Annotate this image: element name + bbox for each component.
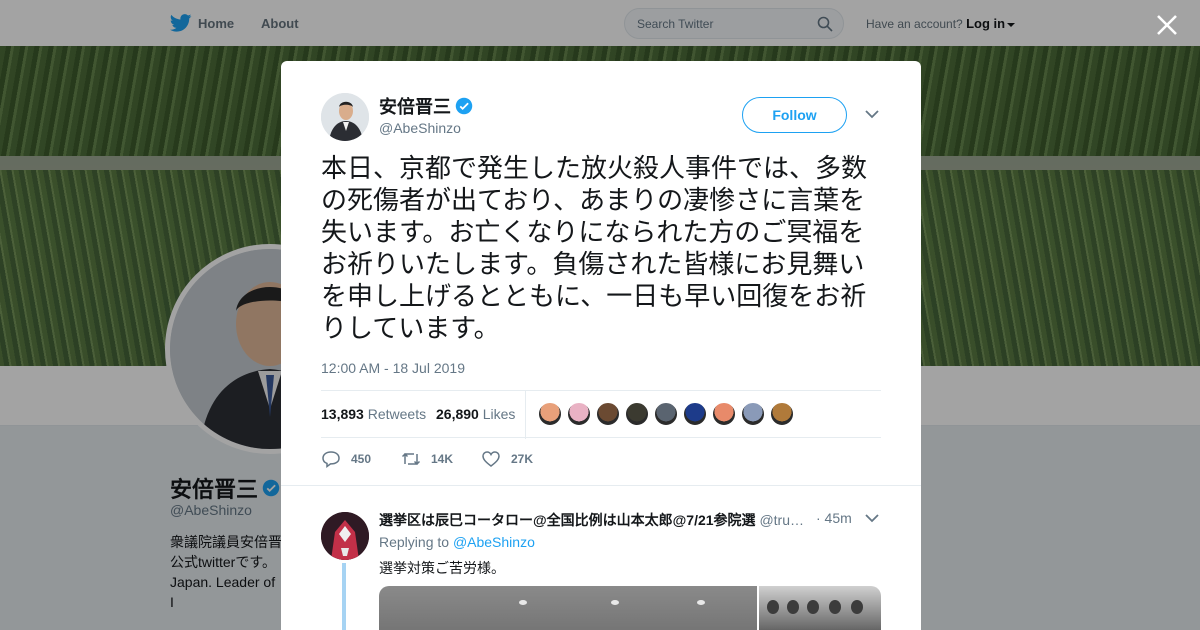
author-name[interactable]: 安倍晋三 (379, 93, 473, 119)
liker-avatar[interactable] (741, 402, 765, 426)
chevron-down-icon[interactable] (865, 513, 879, 523)
retweets-count: 13,893 (321, 406, 364, 422)
reply-text: 選挙対策ご苦労様。 (379, 560, 505, 576)
likes-count: 26,890 (436, 406, 479, 422)
liker-avatar[interactable] (596, 402, 620, 426)
liker-avatar[interactable] (538, 402, 562, 426)
verified-badge-icon (455, 97, 473, 115)
reply-header[interactable]: 選挙区は辰巳コータロー@全国比例は山本太郎@7/21参院選 @tru… (379, 510, 859, 530)
author-name-text: 安倍晋三 (379, 97, 451, 117)
replying-to: Replying to @AbeShinzo (379, 534, 535, 550)
character-avatar-icon (321, 512, 369, 560)
tweet-stats: 13,893 Retweets 26,890 Likes (321, 390, 881, 439)
heart-icon (482, 451, 500, 467)
stats-divider (525, 391, 526, 439)
reply-author-name: 選挙区は辰巳コータロー@全国比例は山本太郎@7/21参院選 (379, 512, 756, 528)
liker-avatar[interactable] (625, 402, 649, 426)
liker-avatar[interactable] (683, 402, 707, 426)
replying-handle-link[interactable]: @AbeShinzo (453, 534, 535, 550)
chevron-down-icon[interactable] (865, 109, 879, 119)
retweet-count: 14K (431, 452, 454, 466)
liker-avatar[interactable] (770, 402, 794, 426)
reply-author-handle: @tru… (759, 512, 805, 528)
liker-avatars (538, 402, 799, 426)
like-button[interactable]: 27K (481, 449, 533, 469)
author-avatar[interactable] (321, 93, 369, 141)
follow-button[interactable]: Follow (742, 97, 847, 133)
thread-line (342, 563, 346, 630)
reply-time[interactable]: · 45m (816, 510, 852, 526)
retweet-icon (401, 452, 421, 466)
reply-media[interactable] (379, 586, 881, 630)
retweets-stat[interactable]: 13,893 Retweets (321, 406, 426, 422)
liker-avatar[interactable] (712, 402, 736, 426)
tweet-timestamp[interactable]: 12:00 AM - 18 Jul 2019 (321, 360, 465, 376)
tweet-text: 本日、京都で発生した放火殺人事件では、多数の死傷者が出ており、あまりの凄惨さに言… (321, 154, 868, 344)
likes-stat[interactable]: 26,890 Likes (436, 406, 515, 422)
close-icon[interactable] (1154, 12, 1180, 38)
likes-label: Likes (482, 406, 516, 422)
person-portrait-icon (321, 93, 369, 141)
reply-photo-1[interactable] (379, 586, 758, 630)
tweet-modal: 安倍晋三 @AbeShinzo Follow 本日、京都で発生した放火殺人事件で… (281, 61, 921, 630)
retweets-label: Retweets (367, 406, 427, 422)
reply-photo-2[interactable] (759, 586, 881, 630)
reply-icon (322, 451, 340, 468)
like-count: 27K (511, 452, 534, 466)
liker-avatar[interactable] (567, 402, 591, 426)
reply-count: 450 (351, 452, 372, 466)
reply-button[interactable]: 450 (321, 449, 371, 469)
replying-prefix: Replying to (379, 534, 450, 550)
retweet-button[interactable]: 14K (401, 449, 453, 469)
liker-avatar[interactable] (654, 402, 678, 426)
author-handle[interactable]: @AbeShinzo (379, 120, 461, 136)
reply-author-avatar[interactable] (321, 512, 369, 560)
